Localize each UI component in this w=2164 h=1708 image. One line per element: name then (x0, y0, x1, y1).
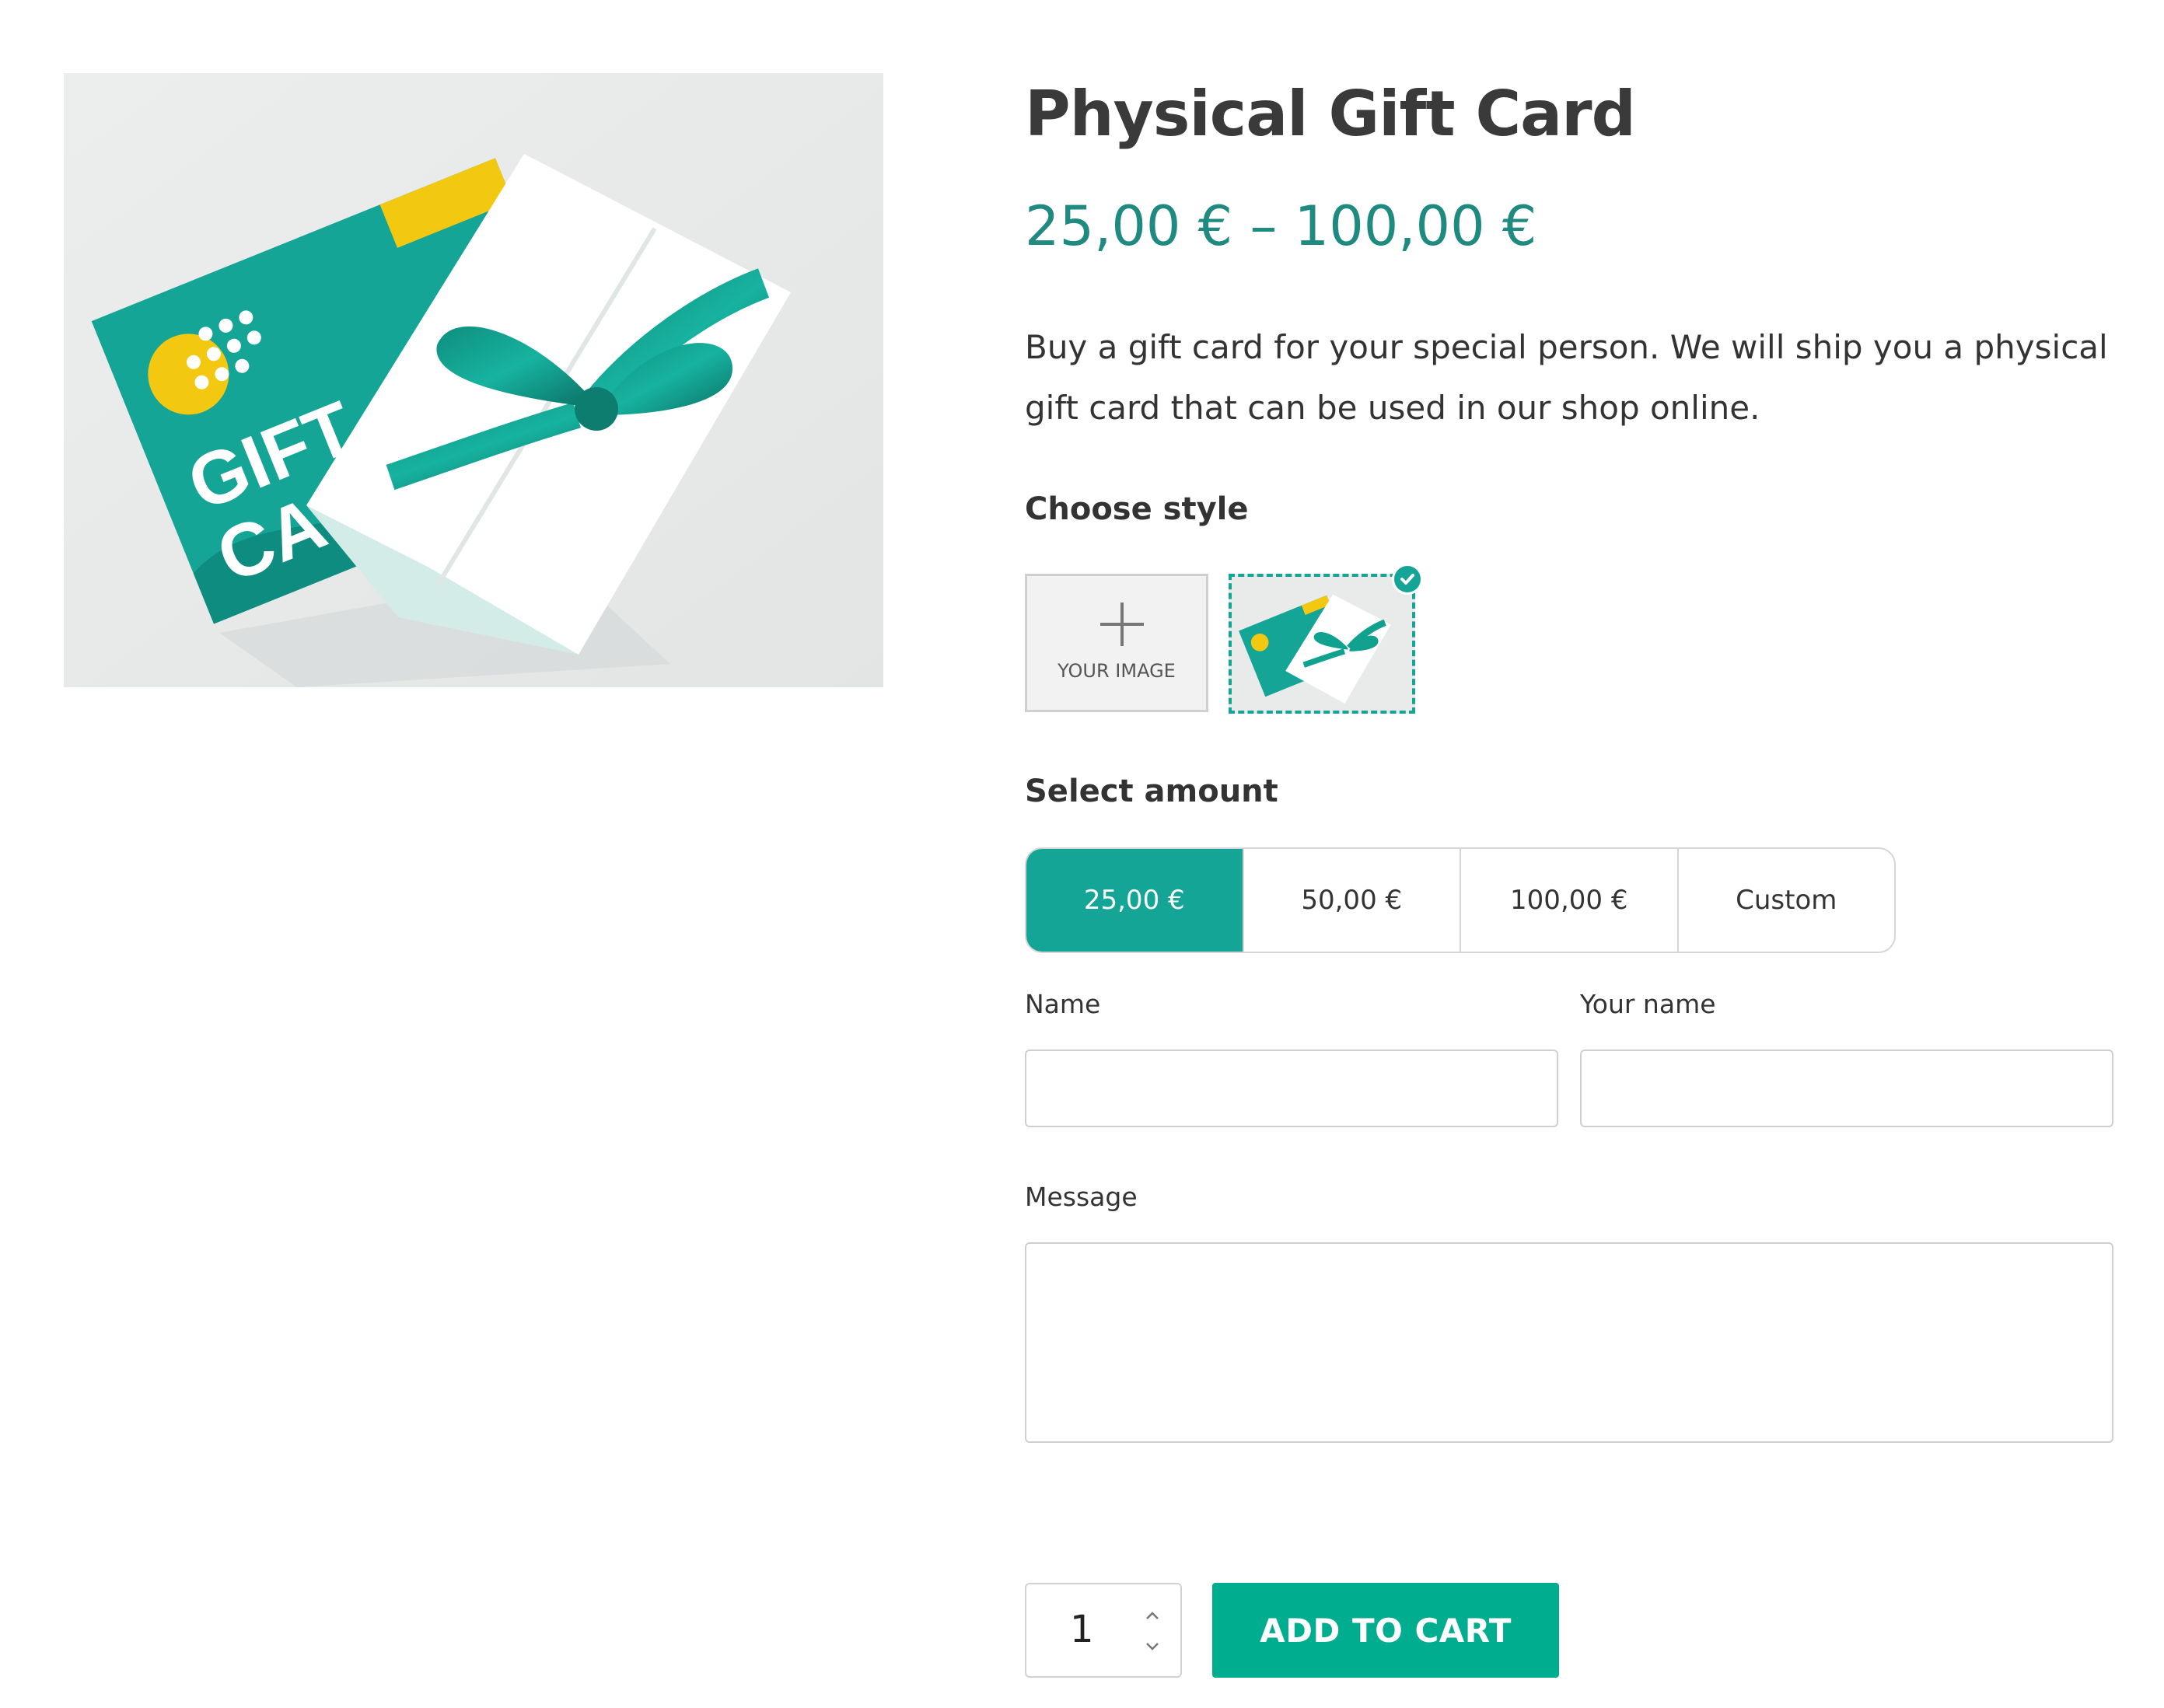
gift-card-thumb-icon (1232, 577, 1411, 711)
quantity-stepper[interactable]: 1 (1025, 1583, 1182, 1678)
amount-option-100[interactable]: 100,00 € (1461, 849, 1679, 952)
your-name-label: Your name (1580, 989, 1716, 1019)
product-description: Buy a gift card for your special person.… (1025, 328, 2108, 427)
plus-icon (1100, 603, 1144, 646)
amount-option-custom[interactable]: Custom (1679, 849, 1895, 952)
select-amount-label: Select amount (1025, 774, 1278, 809)
name-label: Name (1025, 989, 1101, 1019)
quantity-value[interactable]: 1 (1070, 1608, 1094, 1651)
product-title: Physical Gift Card (1025, 78, 1636, 150)
selected-check-icon (1392, 564, 1423, 595)
message-label: Message (1025, 1182, 1138, 1212)
amount-selector: 25,00 € 50,00 € 100,00 € Custom (1025, 847, 1896, 953)
choose-style-label: Choose style (1025, 491, 1249, 527)
upload-image-option[interactable]: YOUR IMAGE (1025, 574, 1208, 712)
amount-option-50[interactable]: 50,00 € (1244, 849, 1461, 952)
your-name-input[interactable] (1580, 1050, 2113, 1127)
chevron-down-icon[interactable] (1141, 1636, 1163, 1657)
upload-image-label: YOUR IMAGE (1058, 660, 1176, 682)
name-input[interactable] (1025, 1050, 1558, 1127)
gift-card-photo-icon: GIFT CARD (64, 73, 883, 687)
chevron-up-icon[interactable] (1141, 1605, 1163, 1626)
add-to-cart-button[interactable]: ADD TO CART (1212, 1583, 1559, 1678)
amount-option-25[interactable]: 25,00 € (1026, 849, 1244, 952)
product-image[interactable]: GIFT CARD (64, 73, 883, 687)
style-option-gift-card[interactable] (1229, 574, 1415, 714)
message-textarea[interactable] (1025, 1242, 2113, 1443)
price-range: 25,00 € – 100,00 € (1025, 194, 1537, 258)
